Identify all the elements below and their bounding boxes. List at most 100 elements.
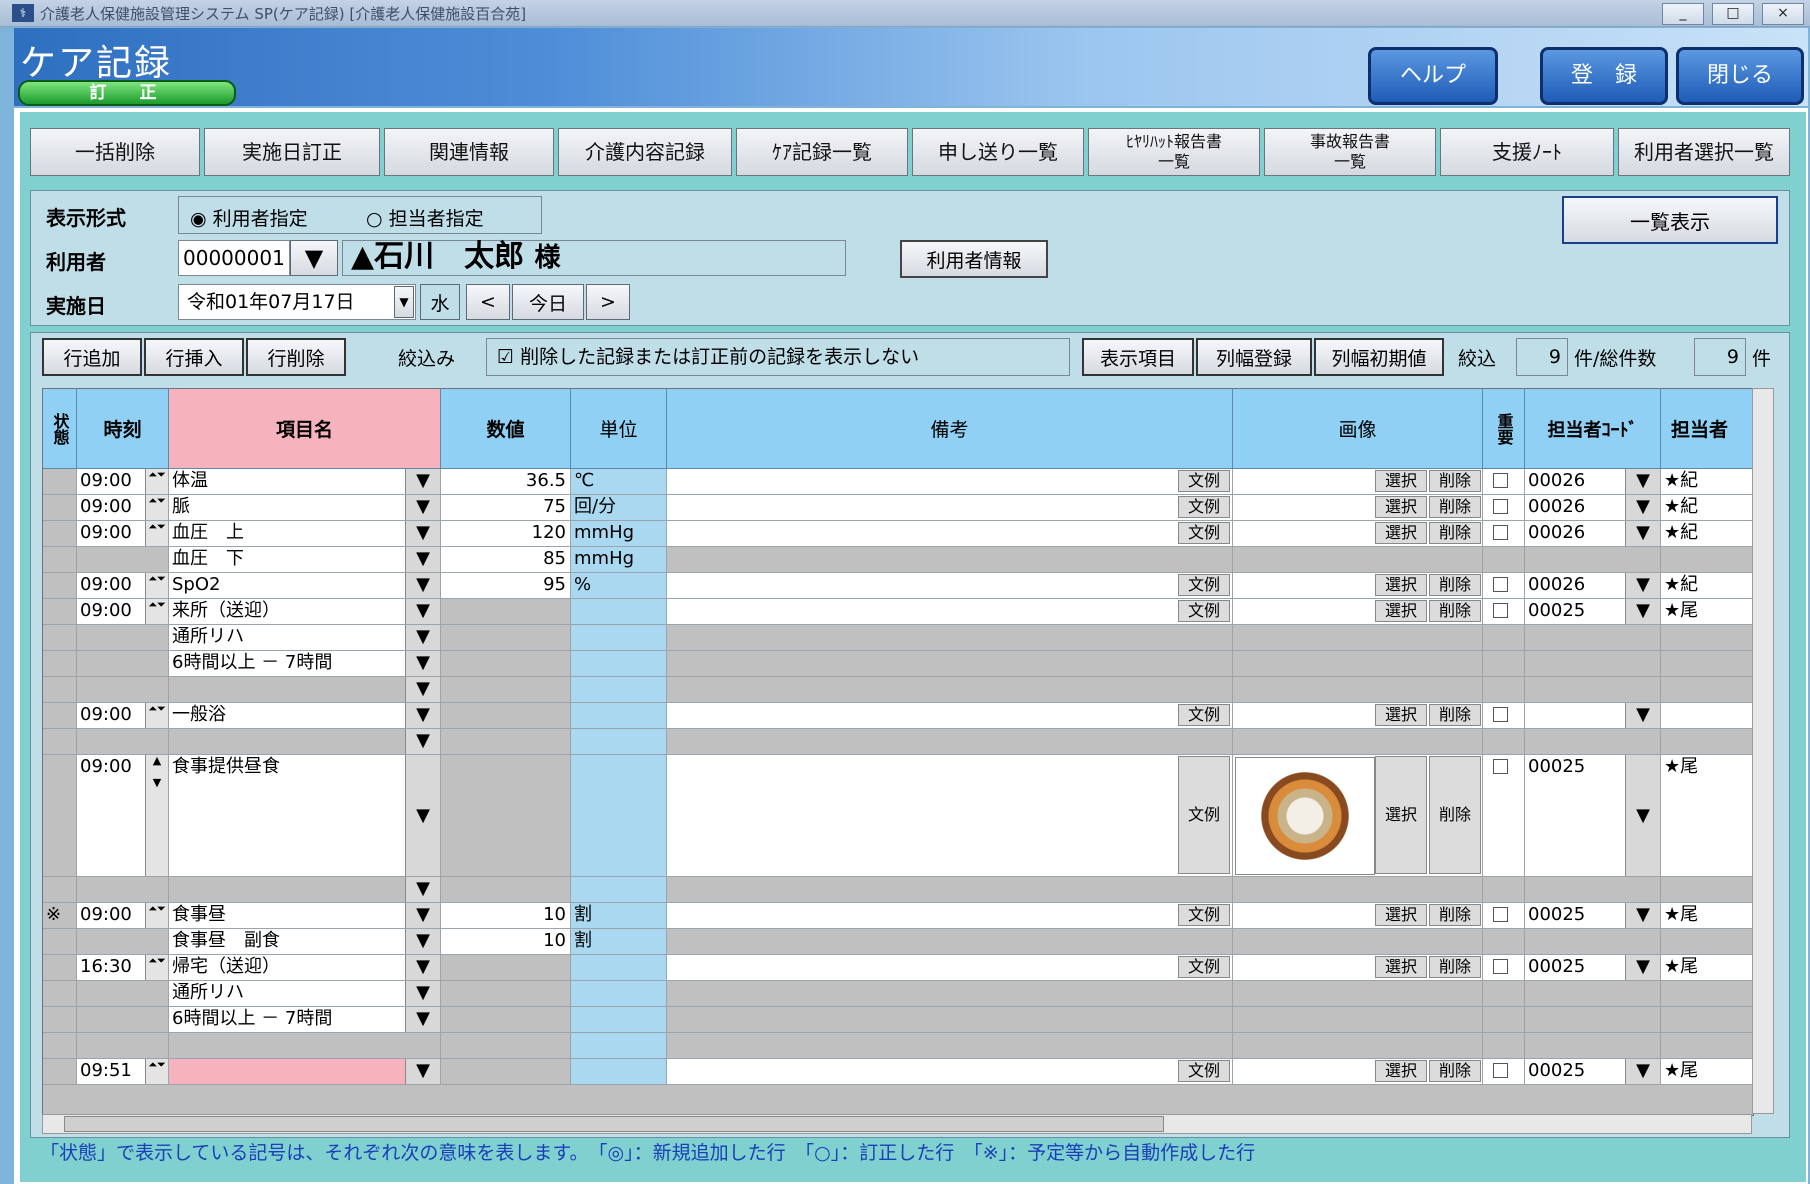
staff-code-cell[interactable]: 00025 ▼ — [1525, 903, 1661, 929]
prev-day-button[interactable]: < — [466, 284, 510, 320]
select-image-button[interactable]: 選択 — [1375, 470, 1427, 492]
image-cell[interactable] — [1233, 651, 1483, 677]
staff-cell[interactable]: ★尾 — [1661, 903, 1753, 929]
staff-cell[interactable]: ★尾 — [1661, 599, 1753, 625]
important-cell[interactable] — [1483, 651, 1525, 677]
important-cell[interactable] — [1483, 469, 1525, 495]
image-cell[interactable] — [1233, 929, 1483, 955]
chevron-down-icon[interactable]: ▼ — [1625, 599, 1660, 624]
item-cell[interactable]: 食事昼 ▼ — [169, 903, 441, 929]
important-checkbox[interactable] — [1493, 525, 1508, 540]
close-window-button[interactable]: × — [1762, 3, 1804, 25]
display-items-button[interactable]: 表示項目 — [1082, 338, 1194, 376]
value-cell[interactable] — [441, 1059, 571, 1085]
value-cell[interactable] — [441, 677, 571, 703]
staff-cell[interactable] — [1661, 547, 1753, 573]
item-cell[interactable]: ▼ — [169, 877, 441, 903]
important-cell[interactable] — [1483, 981, 1525, 1007]
time-cell[interactable] — [77, 729, 169, 755]
chevron-down-icon[interactable]: ▼ — [1625, 755, 1660, 876]
tab-incident-list[interactable]: ﾋﾔﾘﾊｯﾄ報告書 一覧 — [1088, 128, 1260, 176]
note-cell[interactable]: 文例 — [667, 469, 1233, 495]
staff-code-cell[interactable]: 00025 ▼ — [1525, 599, 1661, 625]
time-cell[interactable]: 09:00 ⏶⏷ — [77, 903, 169, 929]
time-cell[interactable]: 09:51 ⏶⏷ — [77, 1059, 169, 1085]
delete-image-button[interactable]: 削除 — [1429, 904, 1481, 926]
note-cell[interactable]: 文例 — [667, 703, 1233, 729]
chevron-down-icon[interactable]: ▼ — [405, 981, 440, 1006]
important-checkbox[interactable] — [1493, 499, 1508, 514]
next-day-button[interactable]: > — [586, 284, 630, 320]
time-cell[interactable] — [77, 1007, 169, 1033]
important-cell[interactable] — [1483, 1033, 1525, 1059]
delete-image-button[interactable]: 削除 — [1429, 522, 1481, 544]
select-image-button[interactable]: 選択 — [1375, 522, 1427, 544]
item-cell[interactable] — [169, 1033, 441, 1059]
staff-cell[interactable]: ★尾 — [1661, 755, 1753, 877]
image-cell[interactable] — [1233, 1007, 1483, 1033]
vertical-scrollbar[interactable] — [1752, 388, 1774, 1114]
staff-cell[interactable]: ★尾 — [1661, 955, 1753, 981]
item-cell[interactable]: 体温 ▼ — [169, 469, 441, 495]
note-cell[interactable] — [667, 729, 1233, 755]
image-cell[interactable] — [1233, 877, 1483, 903]
image-cell[interactable] — [1233, 677, 1483, 703]
important-cell[interactable] — [1483, 599, 1525, 625]
value-cell[interactable] — [441, 729, 571, 755]
value-cell[interactable]: 120 — [441, 521, 571, 547]
example-text-button[interactable]: 文例 — [1178, 496, 1230, 518]
time-cell[interactable]: 09:00 ⏶⏷ — [77, 599, 169, 625]
staff-cell[interactable] — [1661, 929, 1753, 955]
example-text-button[interactable]: 文例 — [1178, 956, 1230, 978]
staff-code-cell[interactable] — [1525, 877, 1661, 903]
chevron-down-icon[interactable]: ▼ — [405, 651, 440, 676]
note-cell[interactable] — [667, 625, 1233, 651]
time-cell[interactable]: 09:00 ⏶⏷ — [77, 469, 169, 495]
delete-row-button[interactable]: 行削除 — [246, 338, 346, 376]
item-cell[interactable]: 6時間以上 － 7時間 ▼ — [169, 651, 441, 677]
chevron-down-icon[interactable]: ▼ — [1625, 495, 1660, 520]
staff-code-cell[interactable] — [1525, 729, 1661, 755]
image-cell[interactable]: 選択 削除 — [1233, 469, 1483, 495]
item-cell[interactable]: 血圧 上 ▼ — [169, 521, 441, 547]
note-cell[interactable]: 文例 — [667, 955, 1233, 981]
value-cell[interactable]: 85 — [441, 547, 571, 573]
delete-image-button[interactable]: 削除 — [1429, 956, 1481, 978]
user-info-button[interactable]: 利用者情報 — [900, 240, 1048, 278]
list-display-button[interactable]: 一覧表示 — [1562, 196, 1778, 244]
minimize-button[interactable]: _ — [1662, 3, 1704, 25]
staff-code-cell[interactable]: 00026 ▼ — [1525, 573, 1661, 599]
value-cell[interactable]: 10 — [441, 903, 571, 929]
staff-cell[interactable]: ★紀 — [1661, 495, 1753, 521]
staff-cell[interactable] — [1661, 651, 1753, 677]
help-button[interactable]: ヘルプ — [1368, 47, 1498, 105]
important-cell[interactable] — [1483, 625, 1525, 651]
value-cell[interactable] — [441, 1033, 571, 1059]
item-cell[interactable]: 一般浴 ▼ — [169, 703, 441, 729]
hide-deleted-checkbox[interactable]: ☑ 削除した記録または訂正前の記録を表示しない — [486, 338, 1070, 376]
important-checkbox[interactable] — [1493, 707, 1508, 722]
staff-code-cell[interactable] — [1525, 651, 1661, 677]
add-row-button[interactable]: 行追加 — [42, 338, 142, 376]
item-cell[interactable]: 6時間以上 － 7時間 ▼ — [169, 1007, 441, 1033]
time-spinner-icon[interactable]: ⏶⏷ — [145, 469, 168, 494]
tab-user-select-list[interactable]: 利用者選択一覧 — [1618, 128, 1790, 176]
important-cell[interactable] — [1483, 755, 1525, 877]
time-cell[interactable]: 09:00 ⏶⏷ — [77, 495, 169, 521]
chevron-down-icon[interactable]: ▼ — [405, 903, 440, 928]
select-image-button[interactable]: 選択 — [1375, 600, 1427, 622]
image-cell[interactable]: 選択 削除 — [1233, 755, 1483, 877]
important-cell[interactable] — [1483, 1007, 1525, 1033]
chevron-down-icon[interactable]: ▼ — [405, 703, 440, 728]
note-cell[interactable]: 文例 — [667, 755, 1233, 877]
note-cell[interactable]: 文例 — [667, 521, 1233, 547]
staff-cell[interactable]: ★紀 — [1661, 573, 1753, 599]
staff-code-cell[interactable]: 00026 ▼ — [1525, 521, 1661, 547]
value-cell[interactable]: 95 — [441, 573, 571, 599]
time-cell[interactable]: 09:00 ▲ ▼ — [77, 755, 169, 877]
staff-code-cell[interactable]: 00025 ▼ — [1525, 1059, 1661, 1085]
value-cell[interactable] — [441, 981, 571, 1007]
staff-cell[interactable] — [1661, 625, 1753, 651]
image-cell[interactable]: 選択 削除 — [1233, 573, 1483, 599]
radio-staff[interactable]: ○ 担当者指定 — [366, 204, 484, 231]
